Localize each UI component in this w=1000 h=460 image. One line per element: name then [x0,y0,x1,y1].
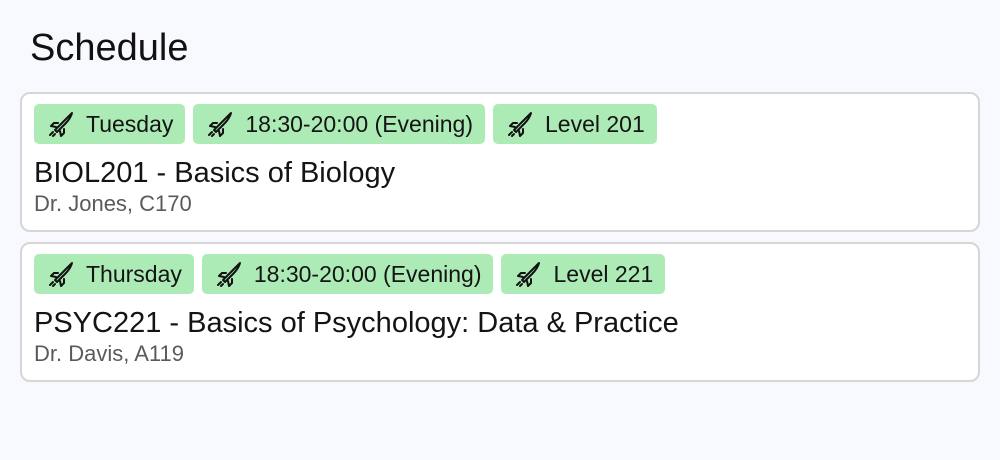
rocket-icon [214,259,244,289]
schedule-page: Schedule Tuesday 18:30-20:00 (Evening) L… [0,0,1000,460]
course-instructor-room: Dr. Jones, C170 [34,191,192,216]
tag-row: Thursday 18:30-20:00 (Evening) Level 221 [34,254,966,294]
tag-label: Level 201 [544,110,645,137]
course-instructor-room: Dr. Davis, A119 [34,341,184,366]
rocket-icon [513,259,543,289]
course-title: PSYC221 - Basics of Psychology: Data & P… [34,307,679,339]
tag-label: 18:30-20:00 (Evening) [245,110,473,137]
time-tag: 18:30-20:00 (Evening) [201,254,494,294]
tag-row: Tuesday 18:30-20:00 (Evening) Level 201 [34,104,966,144]
tag-label: Level 221 [553,260,654,287]
time-tag: 18:30-20:00 (Evening) [193,104,485,144]
rocket-icon [46,109,76,139]
rocket-icon [505,109,535,139]
course-card[interactable]: Tuesday 18:30-20:00 (Evening) Level 201 … [20,92,980,232]
course-card[interactable]: Thursday 18:30-20:00 (Evening) Level 221… [20,242,980,382]
day-tag: Tuesday [34,104,186,144]
level-tag: Level 201 [492,104,657,144]
course-title: BIOL201 - Basics of Biology [34,157,396,189]
tag-label: Tuesday [86,110,174,137]
rocket-icon [46,259,76,289]
page-title: Schedule [30,27,189,69]
level-tag: Level 221 [501,254,666,294]
rocket-icon [205,109,235,139]
tag-label: 18:30-20:00 (Evening) [253,260,482,287]
day-tag: Thursday [34,254,194,294]
tag-label: Thursday [86,260,182,287]
course-list: Tuesday 18:30-20:00 (Evening) Level 201 … [20,92,980,382]
